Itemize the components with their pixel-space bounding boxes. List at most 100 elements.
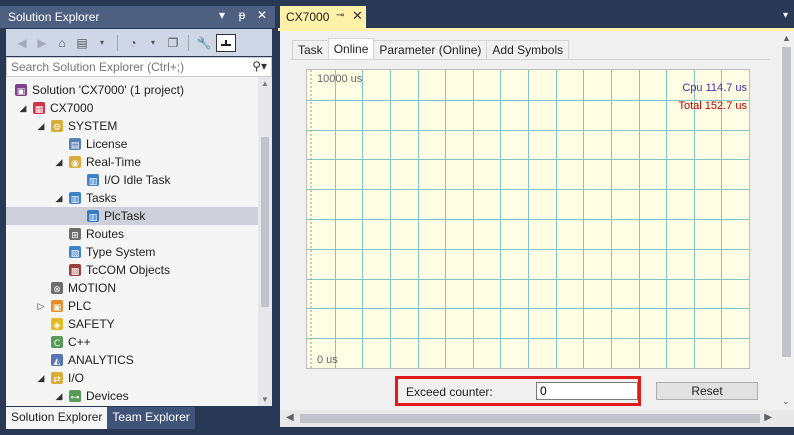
close-panel-icon[interactable]: ✕ — [255, 8, 269, 22]
title-bar-buttons: ▾ ᵽ ✕ — [215, 8, 269, 22]
svg-text:◈: ◈ — [54, 321, 61, 331]
collapse-arrow-icon[interactable]: ◢ — [36, 369, 46, 387]
document-tab-cx7000[interactable]: CX7000 ⊸ ✕ — [280, 6, 366, 28]
tree-item-label: Real-Time — [86, 155, 141, 169]
document-vertical-scrollbar[interactable]: ▲ ⌄ — [778, 31, 794, 411]
properties-wrench-icon[interactable]: 🔧 — [196, 36, 212, 50]
back-icon[interactable]: ◀ — [14, 36, 30, 50]
plc-icon: ▣ — [50, 299, 64, 313]
tree-item-cx7000[interactable]: ◢ ▦ CX7000 — [6, 99, 258, 117]
exceed-counter-field[interactable] — [536, 382, 638, 400]
svg-text:⊗: ⊗ — [53, 285, 61, 295]
tree-item-real-time[interactable]: ◢ ◉ Real-Time — [6, 153, 258, 171]
forward-icon[interactable]: ▶ — [34, 36, 50, 50]
scroll-up-arrow-icon[interactable]: ▲ — [261, 79, 269, 88]
svg-text:▤: ▤ — [71, 141, 80, 151]
preview-selected-items-icon[interactable] — [216, 33, 236, 52]
online-tab-panel: 10000 us 0 us Cpu 114.7 us Total 152.7 u… — [290, 59, 770, 409]
tree-item-routes[interactable]: ⊞ Routes — [6, 225, 258, 243]
total-time-label: Total 152.7 us — [678, 100, 748, 112]
tree-item-tasks[interactable]: ◢ ▥ Tasks — [6, 189, 258, 207]
document-content: Task Online Parameter (Online) Add Symbo… — [280, 31, 794, 427]
scrollbar-thumb[interactable] — [300, 414, 760, 423]
search-icon[interactable]: ⚲▾ — [252, 59, 267, 73]
tccom-icon: ▩ — [68, 263, 82, 277]
tasks-icon: ▥ — [68, 191, 82, 205]
tree-item-plctask[interactable]: ▥ PlcTask — [6, 207, 258, 225]
tree-item-label: CX7000 — [50, 101, 94, 115]
tree-item-i-o[interactable]: ◢ ⇄ I/O — [6, 369, 258, 387]
tree-item-label: PLC — [68, 299, 92, 313]
expand-arrow-icon[interactable]: ▷ — [36, 297, 46, 315]
collapse-arrow-icon[interactable]: ◢ — [54, 189, 64, 207]
scroll-left-arrow-icon[interactable]: ◀ — [286, 412, 294, 423]
io-icon: ⇄ — [50, 371, 64, 385]
svg-text:◉: ◉ — [71, 159, 79, 169]
tree-item-label: ANALYTICS — [68, 353, 134, 367]
tree-item-label: Solution 'CX7000' (1 project) — [32, 83, 184, 97]
tree-item-label: TcCOM Objects — [86, 263, 171, 277]
switch-views-dropdown-icon[interactable]: ▾ — [94, 38, 110, 47]
tree-item-plc[interactable]: ▷ ▣ PLC — [6, 297, 258, 315]
solution-tree: ▣ Solution 'CX7000' (1 project) ◢ ▦ CX7000 ◢ ⚙… — [6, 77, 272, 406]
tree-item-solution-cx7000-1-project[interactable]: ▣ Solution 'CX7000' (1 project) — [6, 81, 258, 99]
collapse-arrow-icon[interactable]: ◢ — [36, 117, 46, 135]
motion-icon: ⊗ — [50, 281, 64, 295]
tree-item-tccom-objects[interactable]: ▩ TcCOM Objects — [6, 261, 258, 279]
tab-parameter-online[interactable]: Parameter (Online) — [373, 40, 488, 60]
svg-text:▩: ▩ — [71, 267, 80, 277]
tab-add-symbols[interactable]: Add Symbols — [486, 40, 570, 60]
collapse-arrow-icon[interactable]: ◢ — [54, 153, 64, 171]
tree-item-c[interactable]: C C++ — [6, 333, 258, 351]
toolbar-separator — [117, 34, 118, 51]
svg-text:C: C — [54, 339, 60, 349]
collapse-all-icon[interactable]: ❐ — [165, 36, 181, 50]
window-position-dropdown-icon[interactable]: ▾ — [215, 8, 229, 22]
tree-item-safety[interactable]: ◈ SAFETY — [6, 315, 258, 333]
tree-item-motion[interactable]: ⊗ MOTION — [6, 279, 258, 297]
pending-changes-filter-icon[interactable]: ◔ — [125, 36, 141, 50]
scrollbar-thumb[interactable] — [782, 47, 791, 357]
tab-task[interactable]: Task — [292, 40, 329, 60]
document-window: CX7000 ⊸ ✕ ▾ Task Online Parameter (Onli… — [278, 0, 794, 435]
svg-text:▥: ▥ — [89, 213, 98, 223]
solution-tree-vertical-scrollbar[interactable]: ▲ ▼ — [258, 77, 272, 406]
tree-item-i-o-idle-task[interactable]: ▥ I/O Idle Task — [6, 171, 258, 189]
home-icon[interactable]: ⌂ — [54, 36, 70, 50]
tab-online[interactable]: Online — [327, 38, 375, 60]
tree-item-label: License — [86, 137, 128, 151]
tree-item-devices[interactable]: ◢ ⊶ Devices — [6, 387, 258, 405]
scrollbar-thumb[interactable] — [261, 137, 269, 307]
tab-solution-explorer[interactable]: Solution Explorer — [6, 407, 108, 429]
svg-text:▥: ▥ — [89, 177, 98, 187]
solution-explorer-bottom-tabs: Solution Explorer Team Explorer — [6, 407, 272, 429]
document-list-dropdown-icon[interactable]: ▾ — [783, 10, 788, 21]
reset-button[interactable]: Reset — [656, 382, 758, 400]
scroll-up-arrow-icon[interactable]: ▲ — [782, 33, 791, 43]
search-input[interactable] — [7, 58, 247, 76]
tab-team-explorer[interactable]: Team Explorer — [107, 407, 195, 429]
document-horizontal-scrollbar[interactable]: ◀ ▶ — [280, 410, 794, 427]
license-icon: ▤ — [68, 137, 82, 151]
close-tab-icon[interactable]: ✕ — [352, 8, 363, 24]
switch-views-icon[interactable]: ▤ — [74, 36, 90, 50]
cpu-time-label: Cpu 114.7 us — [682, 82, 747, 94]
scroll-down-arrow-icon[interactable]: ⌄ — [782, 396, 790, 407]
task-icon: ▥ — [86, 209, 100, 223]
collapse-arrow-icon[interactable]: ◢ — [54, 387, 64, 405]
scroll-right-arrow-icon[interactable]: ▶ — [764, 412, 772, 423]
tree-item-analytics[interactable]: ◭ ANALYTICS — [6, 351, 258, 369]
tree-item-system[interactable]: ◢ ⚙ SYSTEM — [6, 117, 258, 135]
svg-text:▣: ▣ — [53, 303, 62, 313]
tree-item-type-system[interactable]: ▧ Type System — [6, 243, 258, 261]
scroll-down-arrow-icon[interactable]: ▼ — [261, 395, 269, 404]
tree-item-label: SYSTEM — [68, 119, 118, 133]
svg-text:⇄: ⇄ — [53, 375, 61, 385]
analytics-icon: ◭ — [50, 353, 64, 367]
tree-item-label: SAFETY — [68, 317, 115, 331]
collapse-arrow-icon[interactable]: ◢ — [18, 99, 28, 117]
tree-item-license[interactable]: ▤ License — [6, 135, 258, 153]
filter-dropdown-icon[interactable]: ▾ — [145, 38, 161, 47]
auto-hide-pin-icon[interactable]: ᵽ — [235, 8, 249, 22]
pin-tab-icon[interactable]: ⊸ — [336, 10, 344, 21]
